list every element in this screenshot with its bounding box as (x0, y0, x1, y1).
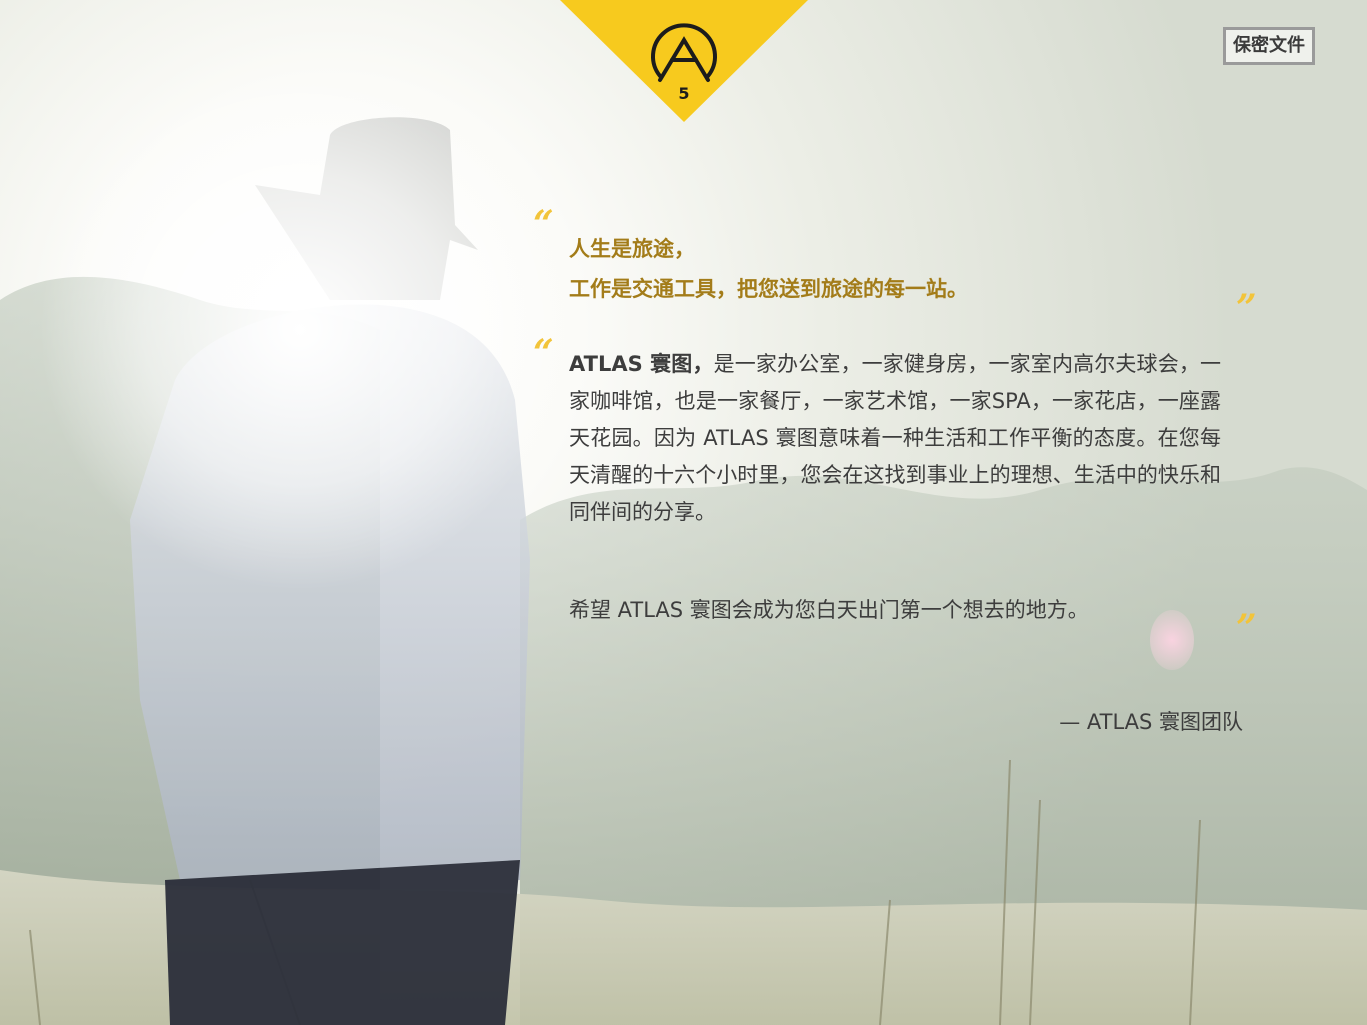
open-quote-mark: “ (533, 203, 554, 245)
headline-quote: 人生是旅途， 工作是交通工具，把您送到旅途的每一站。 (569, 229, 1229, 309)
wish-paragraph: 希望 ATLAS 寰图会成为您白天出门第一个想去的地方。 (569, 598, 1089, 622)
signature: — ATLAS 寰图团队 (1059, 710, 1243, 734)
quote-line-1: 人生是旅途， (569, 237, 695, 261)
open-quote-mark-intro: “ (533, 332, 554, 374)
close-quote-mark-intro: ” (1236, 607, 1257, 649)
quote-line-2: 工作是交通工具，把您送到旅途的每一站。 (569, 277, 968, 301)
confidential-stamp: 保密文件 (1223, 27, 1315, 65)
brand-name: ATLAS 寰图， (569, 352, 714, 376)
page-number: 5 (678, 84, 690, 103)
logo-badge (560, 0, 808, 122)
brochure-page: 5 保密文件 “ 人生是旅途， 工作是交通工具，把您送到旅途的每一站。 ” “ … (0, 0, 1367, 1025)
intro-body: 是一家办公室，一家健身房，一家室内高尔夫球会，一家咖啡馆，也是一家餐厅，一家艺术… (569, 352, 1221, 524)
close-quote-mark: ” (1236, 287, 1257, 329)
intro-paragraph: ATLAS 寰图，是一家办公室，一家健身房，一家室内高尔夫球会，一家咖啡馆，也是… (569, 346, 1221, 531)
